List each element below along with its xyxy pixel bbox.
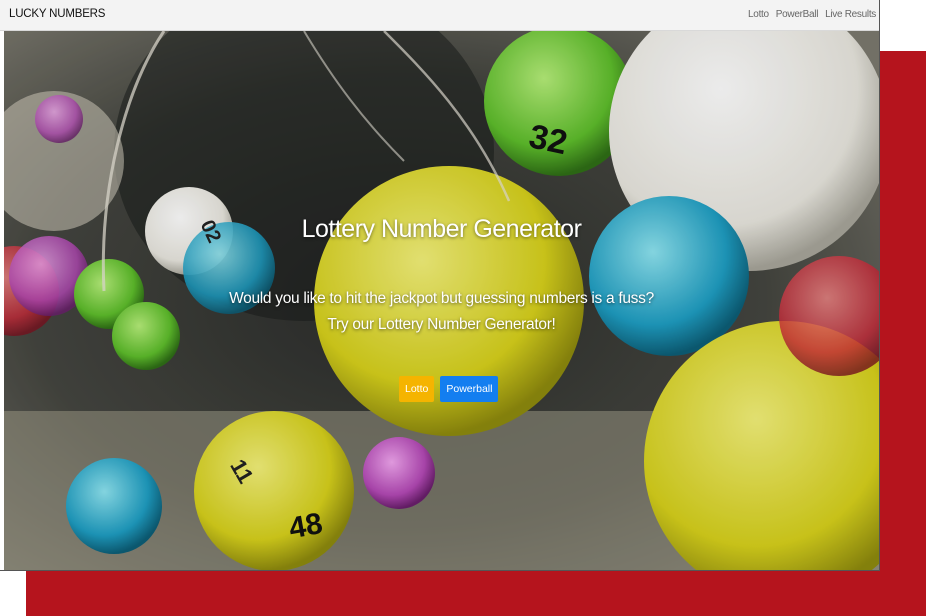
hero-section: 32 02 48 11 Lottery Number Generator Wou… <box>4 31 879 570</box>
hero-subtitle-line1: Would you like to hit the jackpot but gu… <box>229 290 654 307</box>
nav-link-powerball[interactable]: PowerBall <box>776 9 819 20</box>
nav-link-live-results[interactable]: Live Results <box>825 9 876 20</box>
hero-title: Lottery Number Generator <box>301 215 582 243</box>
lotto-button[interactable]: Lotto <box>399 376 435 402</box>
nav-link-lotto[interactable]: Lotto <box>748 9 769 20</box>
navbar: LUCKY NUMBERS Lotto PowerBall Live Resul… <box>0 0 879 31</box>
browser-window: LUCKY NUMBERS Lotto PowerBall Live Resul… <box>0 0 879 570</box>
brand-logo[interactable]: LUCKY NUMBERS <box>9 8 105 20</box>
powerball-button[interactable]: Powerball <box>440 376 499 402</box>
nav-links: Lotto PowerBall Live Results <box>748 9 876 20</box>
hero-buttons: Lotto Powerball <box>399 376 499 402</box>
hero-subtitle-line2: Try our Lottery Number Generator! <box>327 316 556 333</box>
